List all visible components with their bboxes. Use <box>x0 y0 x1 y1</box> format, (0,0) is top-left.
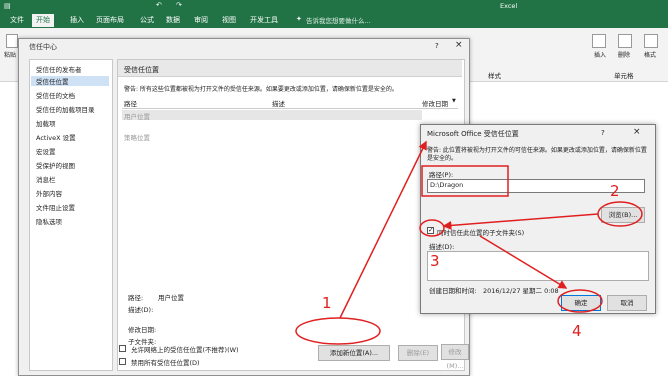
created-value: 2016/12/27 星期二 0:08 <box>483 287 559 295</box>
undo-icon[interactable]: ↶ <box>156 1 162 9</box>
nav-activex-settings[interactable]: ActiveX 设置 <box>36 132 76 142</box>
warning-text: 警告: 此位置将被视为打开文件的可信任来源。如果更改或添加位置，请确保新位置是安… <box>427 147 647 162</box>
policy-locations-label: 策略位置 <box>124 134 150 142</box>
insert-cells-icon[interactable] <box>592 34 606 48</box>
ribbon-tab-bar: 文件 开始 插入 页面布局 公式 数据 审阅 视图 开发工具 ✦ 告诉我您想要做… <box>0 12 668 28</box>
subfolders-label[interactable]: 同时信任此位置的子文件夹(S) <box>437 227 524 237</box>
path-input-value: D:\Dragon <box>430 181 464 189</box>
column-modified[interactable]: 修改日期 <box>422 98 448 108</box>
lightbulb-icon: ✦ <box>296 15 302 23</box>
insert-cells-label[interactable]: 插入 <box>594 50 606 59</box>
nav-privacy-options[interactable]: 隐私选项 <box>36 216 62 226</box>
paste-label: 粘贴 <box>4 52 17 59</box>
sort-arrow-icon: ▼ <box>452 98 456 104</box>
save-icon[interactable]: ▤ <box>4 2 11 10</box>
tab-home[interactable]: 开始 <box>32 14 54 27</box>
user-locations-row[interactable]: 用户位置 <box>122 110 422 121</box>
remove-button[interactable]: 删除(E) <box>398 345 438 361</box>
disable-all-checkbox[interactable] <box>119 358 126 365</box>
format-cells-label[interactable]: 格式 <box>644 50 656 59</box>
delete-cells-label[interactable]: 删除 <box>618 50 630 59</box>
nav-macro-settings[interactable]: 宏设置 <box>36 146 56 156</box>
annotation-number-2: 2 <box>610 182 620 200</box>
locations-table-header: 路径 描述 修改日期 ▼ <box>122 98 458 109</box>
help-button[interactable]: ? <box>435 42 439 50</box>
help-button[interactable]: ? <box>601 129 605 137</box>
window-title: Excel <box>500 2 518 10</box>
section-header: 受信任位置 <box>118 60 462 77</box>
dialog-title: 信任中心 <box>29 43 57 51</box>
paste-icon[interactable] <box>6 34 18 48</box>
subfolders-checkbox[interactable]: ✓ <box>427 226 434 234</box>
section-title: 受信任位置 <box>124 66 159 74</box>
tab-data[interactable]: 数据 <box>162 14 184 27</box>
tab-developer[interactable]: 开发工具 <box>246 14 282 27</box>
path-label: 路径: <box>128 294 144 302</box>
created-label: 创建日期和时间: <box>429 287 477 295</box>
nav-trusted-publishers[interactable]: 受信任的发布者 <box>36 64 82 74</box>
trust-center-nav: 受信任的发布者 受信任位置 受信任的文档 受信任的加载项目录 加载项 Activ… <box>29 59 113 371</box>
check-icon: ✓ <box>428 226 434 234</box>
user-locations-label: 用户位置 <box>124 113 150 121</box>
nav-addins[interactable]: 加载项 <box>36 118 56 128</box>
annotation-number-1: 1 <box>322 294 332 312</box>
annotation-number-3: 3 <box>430 252 440 270</box>
format-cells-icon[interactable] <box>644 34 658 48</box>
browse-button[interactable]: 浏览(B)... <box>601 207 645 223</box>
warning-text: 警告: 所有这些位置都被视为打开文件的受信任来源。如果要更改或添加位置，请确保新… <box>124 86 398 93</box>
disable-all-label[interactable]: 禁用所有受信任位置(D) <box>131 357 200 367</box>
path-label: 路径(P): <box>429 171 454 179</box>
annotation-number-4: 4 <box>572 322 582 340</box>
ok-button[interactable]: 确定 <box>561 295 601 311</box>
description-input[interactable] <box>427 251 649 281</box>
column-description[interactable]: 描述 <box>272 98 285 108</box>
close-icon[interactable]: × <box>633 127 641 137</box>
path-value: 用户位置 <box>158 294 184 302</box>
tab-view[interactable]: 视图 <box>218 14 240 27</box>
cancel-button[interactable]: 取消 <box>607 295 647 311</box>
nav-trusted-addin-catalogs[interactable]: 受信任的加载项目录 <box>36 104 95 114</box>
nav-external-content[interactable]: 外部内容 <box>36 188 62 198</box>
nav-trusted-locations[interactable]: 受信任位置 <box>31 76 109 86</box>
trusted-location-dialog: Microsoft Office 受信任位置 ? × 警告: 此位置将被视为打开… <box>420 124 656 314</box>
nav-protected-view[interactable]: 受保护的视图 <box>36 160 75 170</box>
delete-cells-icon[interactable] <box>618 34 632 48</box>
close-icon[interactable]: × <box>455 40 463 50</box>
tab-file[interactable]: 文件 <box>6 14 28 27</box>
redo-icon[interactable]: ↷ <box>176 1 182 9</box>
modified-label: 修改日期: <box>128 326 157 334</box>
excel-title-bar: ▤ ↶ ↷ Excel <box>0 0 668 12</box>
add-location-button[interactable]: 添加新位置(A)... <box>318 345 390 361</box>
allow-network-checkbox[interactable] <box>119 345 126 352</box>
tab-review[interactable]: 审阅 <box>190 14 212 27</box>
description-label: 描述(D): <box>429 243 455 251</box>
trust-center-dialog: 信任中心 ? × 受信任的发布者 受信任位置 受信任的文档 受信任的加载项目录 … <box>18 38 470 376</box>
trusted-locations-panel: 受信任位置 警告: 所有这些位置都被视为打开文件的受信任来源。如果要更改或添加位… <box>117 59 465 371</box>
modify-button[interactable]: 修改(M)... <box>441 344 469 370</box>
tab-insert[interactable]: 插入 <box>66 14 88 27</box>
allow-network-label[interactable]: 允许网络上的受信任位置(不推荐)(W) <box>131 344 239 354</box>
tab-page-layout[interactable]: 页面布局 <box>92 14 128 27</box>
tell-me-box[interactable]: 告诉我您想要做什么... <box>306 15 371 25</box>
ribbon-group-cells: 单元格 <box>614 72 634 80</box>
description-label: 描述(D): <box>128 306 154 314</box>
nav-message-bar[interactable]: 消息栏 <box>36 174 56 184</box>
column-path[interactable]: 路径 <box>124 98 137 108</box>
ribbon-group-styles: 样式 <box>488 72 501 80</box>
nav-file-block-settings[interactable]: 文件阻止设置 <box>36 202 75 212</box>
tab-formulas[interactable]: 公式 <box>136 14 158 27</box>
nav-trusted-documents[interactable]: 受信任的文档 <box>36 90 75 100</box>
dialog-title: Microsoft Office 受信任位置 <box>427 130 519 138</box>
